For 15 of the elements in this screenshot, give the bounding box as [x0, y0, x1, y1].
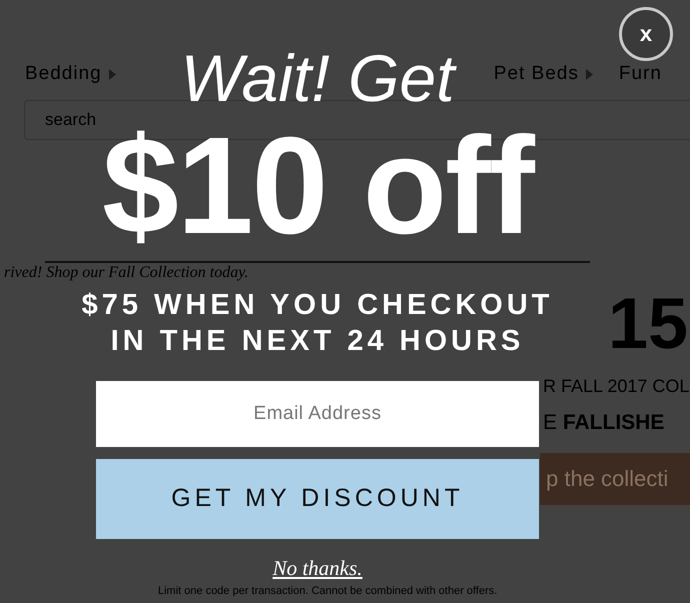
sale-subline: R FALL 2017 COL: [543, 376, 690, 397]
discount-button[interactable]: GET MY DISCOUNT: [96, 458, 539, 539]
banner-text: rived! Shop our Fall Collection today.: [4, 264, 250, 282]
nav-link[interactable]: Pet Beds: [494, 63, 593, 85]
nav-link[interactable]: Bedding: [25, 63, 116, 85]
nav-link[interactable]: Furn: [618, 63, 662, 85]
offer-condition: $75 WHEN YOU CHECKOUT: [82, 288, 554, 323]
email-field[interactable]: Email Address: [96, 380, 539, 447]
close-button[interactable]: x: [619, 7, 673, 61]
fine-print: Limit one code per transaction. Cannot be combined with other offers.: [158, 585, 498, 597]
offer-condition: IN THE NEXT 24 HOURS: [110, 324, 524, 359]
shop-button[interactable]: p the collecti: [540, 453, 690, 505]
decline-link[interactable]: No thanks.: [272, 556, 362, 580]
promo-code-text: E FALLISHE: [543, 411, 666, 435]
sale-headline: 15: [608, 288, 690, 360]
